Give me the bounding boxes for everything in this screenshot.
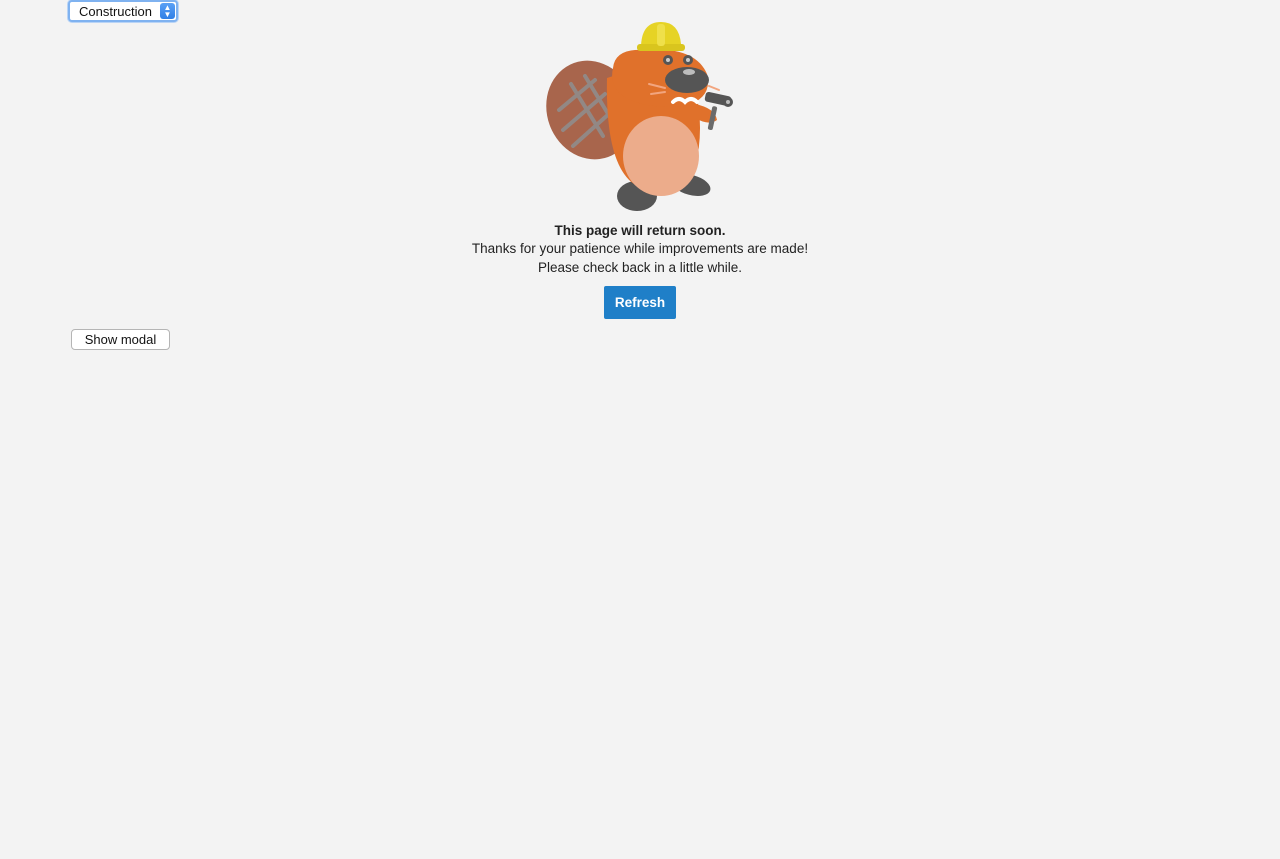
chevron-updown-icon: ▲ ▼ [160, 3, 175, 19]
maintenance-message-line1: Thanks for your patience while improveme… [471, 241, 809, 256]
maintenance-page: Construction ▲ ▼ This page will return s… [0, 0, 1280, 859]
page-state-select[interactable]: Construction ▲ ▼ [68, 0, 178, 22]
hardhat-icon [637, 22, 685, 51]
beaver-mascot-illustration [546, 22, 733, 211]
show-modal-button[interactable]: Show modal [71, 329, 170, 350]
maintenance-message-line2: Please check back in a little while. [537, 260, 743, 275]
maintenance-title: This page will return soon. [554, 223, 726, 238]
select-value: Construction [79, 4, 152, 19]
refresh-button[interactable]: Refresh [604, 286, 676, 319]
